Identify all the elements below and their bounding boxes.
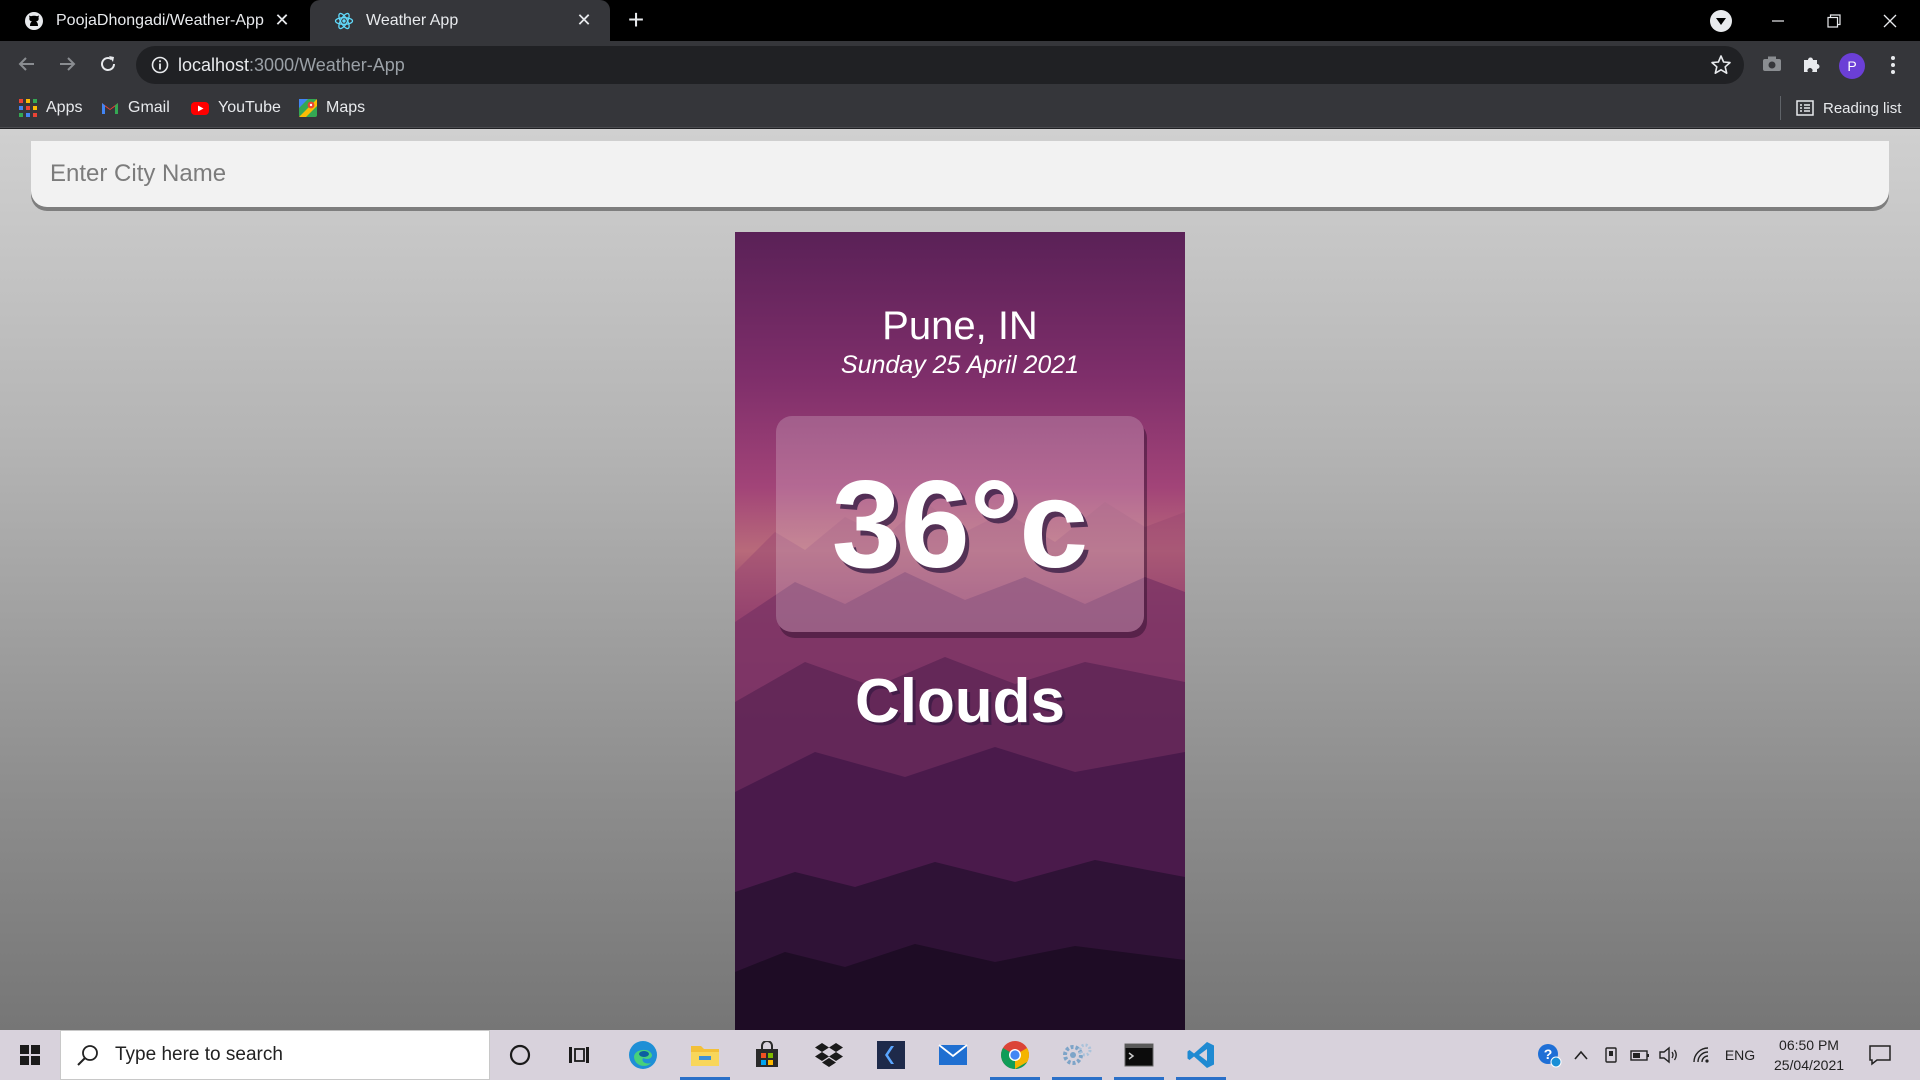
extensions-puzzle-icon[interactable] xyxy=(1799,52,1823,76)
back-arrow-icon[interactable] xyxy=(11,48,43,80)
tab-weather-app[interactable]: Weather App ✕ xyxy=(310,0,610,41)
search-icon xyxy=(75,1042,101,1068)
gmail-icon xyxy=(100,98,120,118)
date-text: Sunday 25 April 2021 xyxy=(840,351,1080,379)
menu-kebab-icon[interactable] xyxy=(1883,54,1903,76)
vscode-icon[interactable] xyxy=(1172,1030,1230,1080)
city-search-box xyxy=(31,141,1889,207)
bookmark-label: Apps xyxy=(46,99,83,116)
clock-date: 25/04/2021 xyxy=(1773,1057,1845,1073)
reading-list-label: Reading list xyxy=(1823,99,1902,117)
maps-icon xyxy=(298,98,318,118)
close-window-icon[interactable] xyxy=(1862,0,1918,41)
forward-arrow-icon[interactable] xyxy=(51,48,83,80)
tab-title: PoojaDhongadi/Weather-App: W xyxy=(56,11,264,29)
taskbar-search-box[interactable]: Type here to search xyxy=(60,1030,490,1080)
taskbar-search-placeholder: Type here to search xyxy=(115,1044,283,1065)
clock-time: 06:50 PM xyxy=(1779,1037,1839,1053)
taskbar-clock[interactable]: 06:50 PM 25/04/2021 xyxy=(1765,1035,1853,1075)
tab-title: Weather App xyxy=(366,11,459,29)
help-icon[interactable]: ? xyxy=(1534,1030,1564,1080)
site-info-icon[interactable] xyxy=(150,55,170,75)
bookmark-divider xyxy=(1780,96,1781,120)
svg-text:?: ? xyxy=(1544,1046,1553,1062)
bookmarks-bar: Apps Gmail YouTube Maps Reading list xyxy=(0,88,1920,128)
device-icon[interactable] xyxy=(1598,1030,1624,1080)
url-text: localhost:3000/Weather-App xyxy=(178,55,405,76)
reload-icon[interactable] xyxy=(92,48,124,80)
tab-search-dropdown-icon[interactable] xyxy=(1710,10,1732,32)
visual-studio-icon[interactable] xyxy=(862,1030,920,1080)
page-viewport: Pune, IN Sunday 25 April 2021 36°c Cloud… xyxy=(0,129,1920,1030)
close-icon[interactable]: ✕ xyxy=(272,10,292,31)
chrome-icon[interactable] xyxy=(986,1030,1044,1080)
browser-tab-strip: PoojaDhongadi/Weather-App: W ✕ Weather A… xyxy=(0,0,1920,41)
react-icon xyxy=(334,11,354,31)
bookmark-label: Gmail xyxy=(128,99,170,116)
city-search-input[interactable] xyxy=(31,141,1889,207)
new-tab-plus-icon[interactable]: + xyxy=(622,6,650,34)
browser-toolbar: localhost:3000/Weather-App P xyxy=(0,41,1920,88)
location-text: Pune, IN xyxy=(882,304,1038,348)
reading-list-icon xyxy=(1795,98,1815,118)
close-icon[interactable]: ✕ xyxy=(574,10,594,31)
store-icon[interactable] xyxy=(738,1030,796,1080)
weather-condition: Clouds xyxy=(854,667,1066,736)
show-hidden-icons-chevron-icon[interactable] xyxy=(1568,1030,1594,1080)
weather-card: Pune, IN Sunday 25 April 2021 36°c Cloud… xyxy=(735,232,1185,1030)
temperature-box: 36°c xyxy=(776,416,1144,632)
volume-icon[interactable] xyxy=(1656,1030,1682,1080)
bookmark-apps[interactable]: Apps xyxy=(18,96,82,120)
mail-icon[interactable] xyxy=(924,1030,982,1080)
edge-icon[interactable] xyxy=(614,1030,672,1080)
address-bar[interactable]: localhost:3000/Weather-App xyxy=(136,46,1744,84)
bookmark-star-icon[interactable] xyxy=(1710,54,1732,76)
file-explorer-icon[interactable] xyxy=(676,1030,734,1080)
cortana-icon[interactable] xyxy=(491,1030,549,1080)
notification-center-icon[interactable] xyxy=(1862,1030,1898,1080)
bookmark-youtube[interactable]: YouTube xyxy=(190,96,281,120)
language-indicator[interactable]: ENG xyxy=(1720,1030,1760,1080)
terminal-icon[interactable] xyxy=(1110,1030,1168,1080)
bookmark-maps[interactable]: Maps xyxy=(298,96,365,120)
reading-list-button[interactable]: Reading list xyxy=(1795,96,1901,120)
tab-github[interactable]: PoojaDhongadi/Weather-App: W ✕ xyxy=(0,0,308,41)
bookmark-label: YouTube xyxy=(218,99,281,116)
windows-start-icon[interactable] xyxy=(0,1030,60,1080)
windows-taskbar: Type here to search ? ENG 06:50 PM 25/04… xyxy=(0,1030,1920,1080)
url-host: localhost xyxy=(178,55,250,75)
camera-extension-icon[interactable] xyxy=(1760,52,1784,76)
minimize-icon[interactable] xyxy=(1750,0,1806,41)
task-view-icon[interactable] xyxy=(550,1030,608,1080)
temperature-value: 36°c xyxy=(831,456,1089,594)
bookmark-gmail[interactable]: Gmail xyxy=(100,96,170,120)
profile-avatar[interactable]: P xyxy=(1839,53,1865,79)
apps-grid-icon xyxy=(18,98,38,118)
bookmark-label: Maps xyxy=(326,99,366,116)
github-icon xyxy=(24,11,44,31)
battery-icon[interactable] xyxy=(1627,1030,1653,1080)
dropbox-icon[interactable] xyxy=(800,1030,858,1080)
restore-icon[interactable] xyxy=(1806,0,1862,41)
wifi-icon[interactable] xyxy=(1688,1030,1716,1080)
url-path: :3000/Weather-App xyxy=(249,55,405,75)
settings-app-icon[interactable] xyxy=(1048,1030,1106,1080)
youtube-icon xyxy=(190,98,210,118)
